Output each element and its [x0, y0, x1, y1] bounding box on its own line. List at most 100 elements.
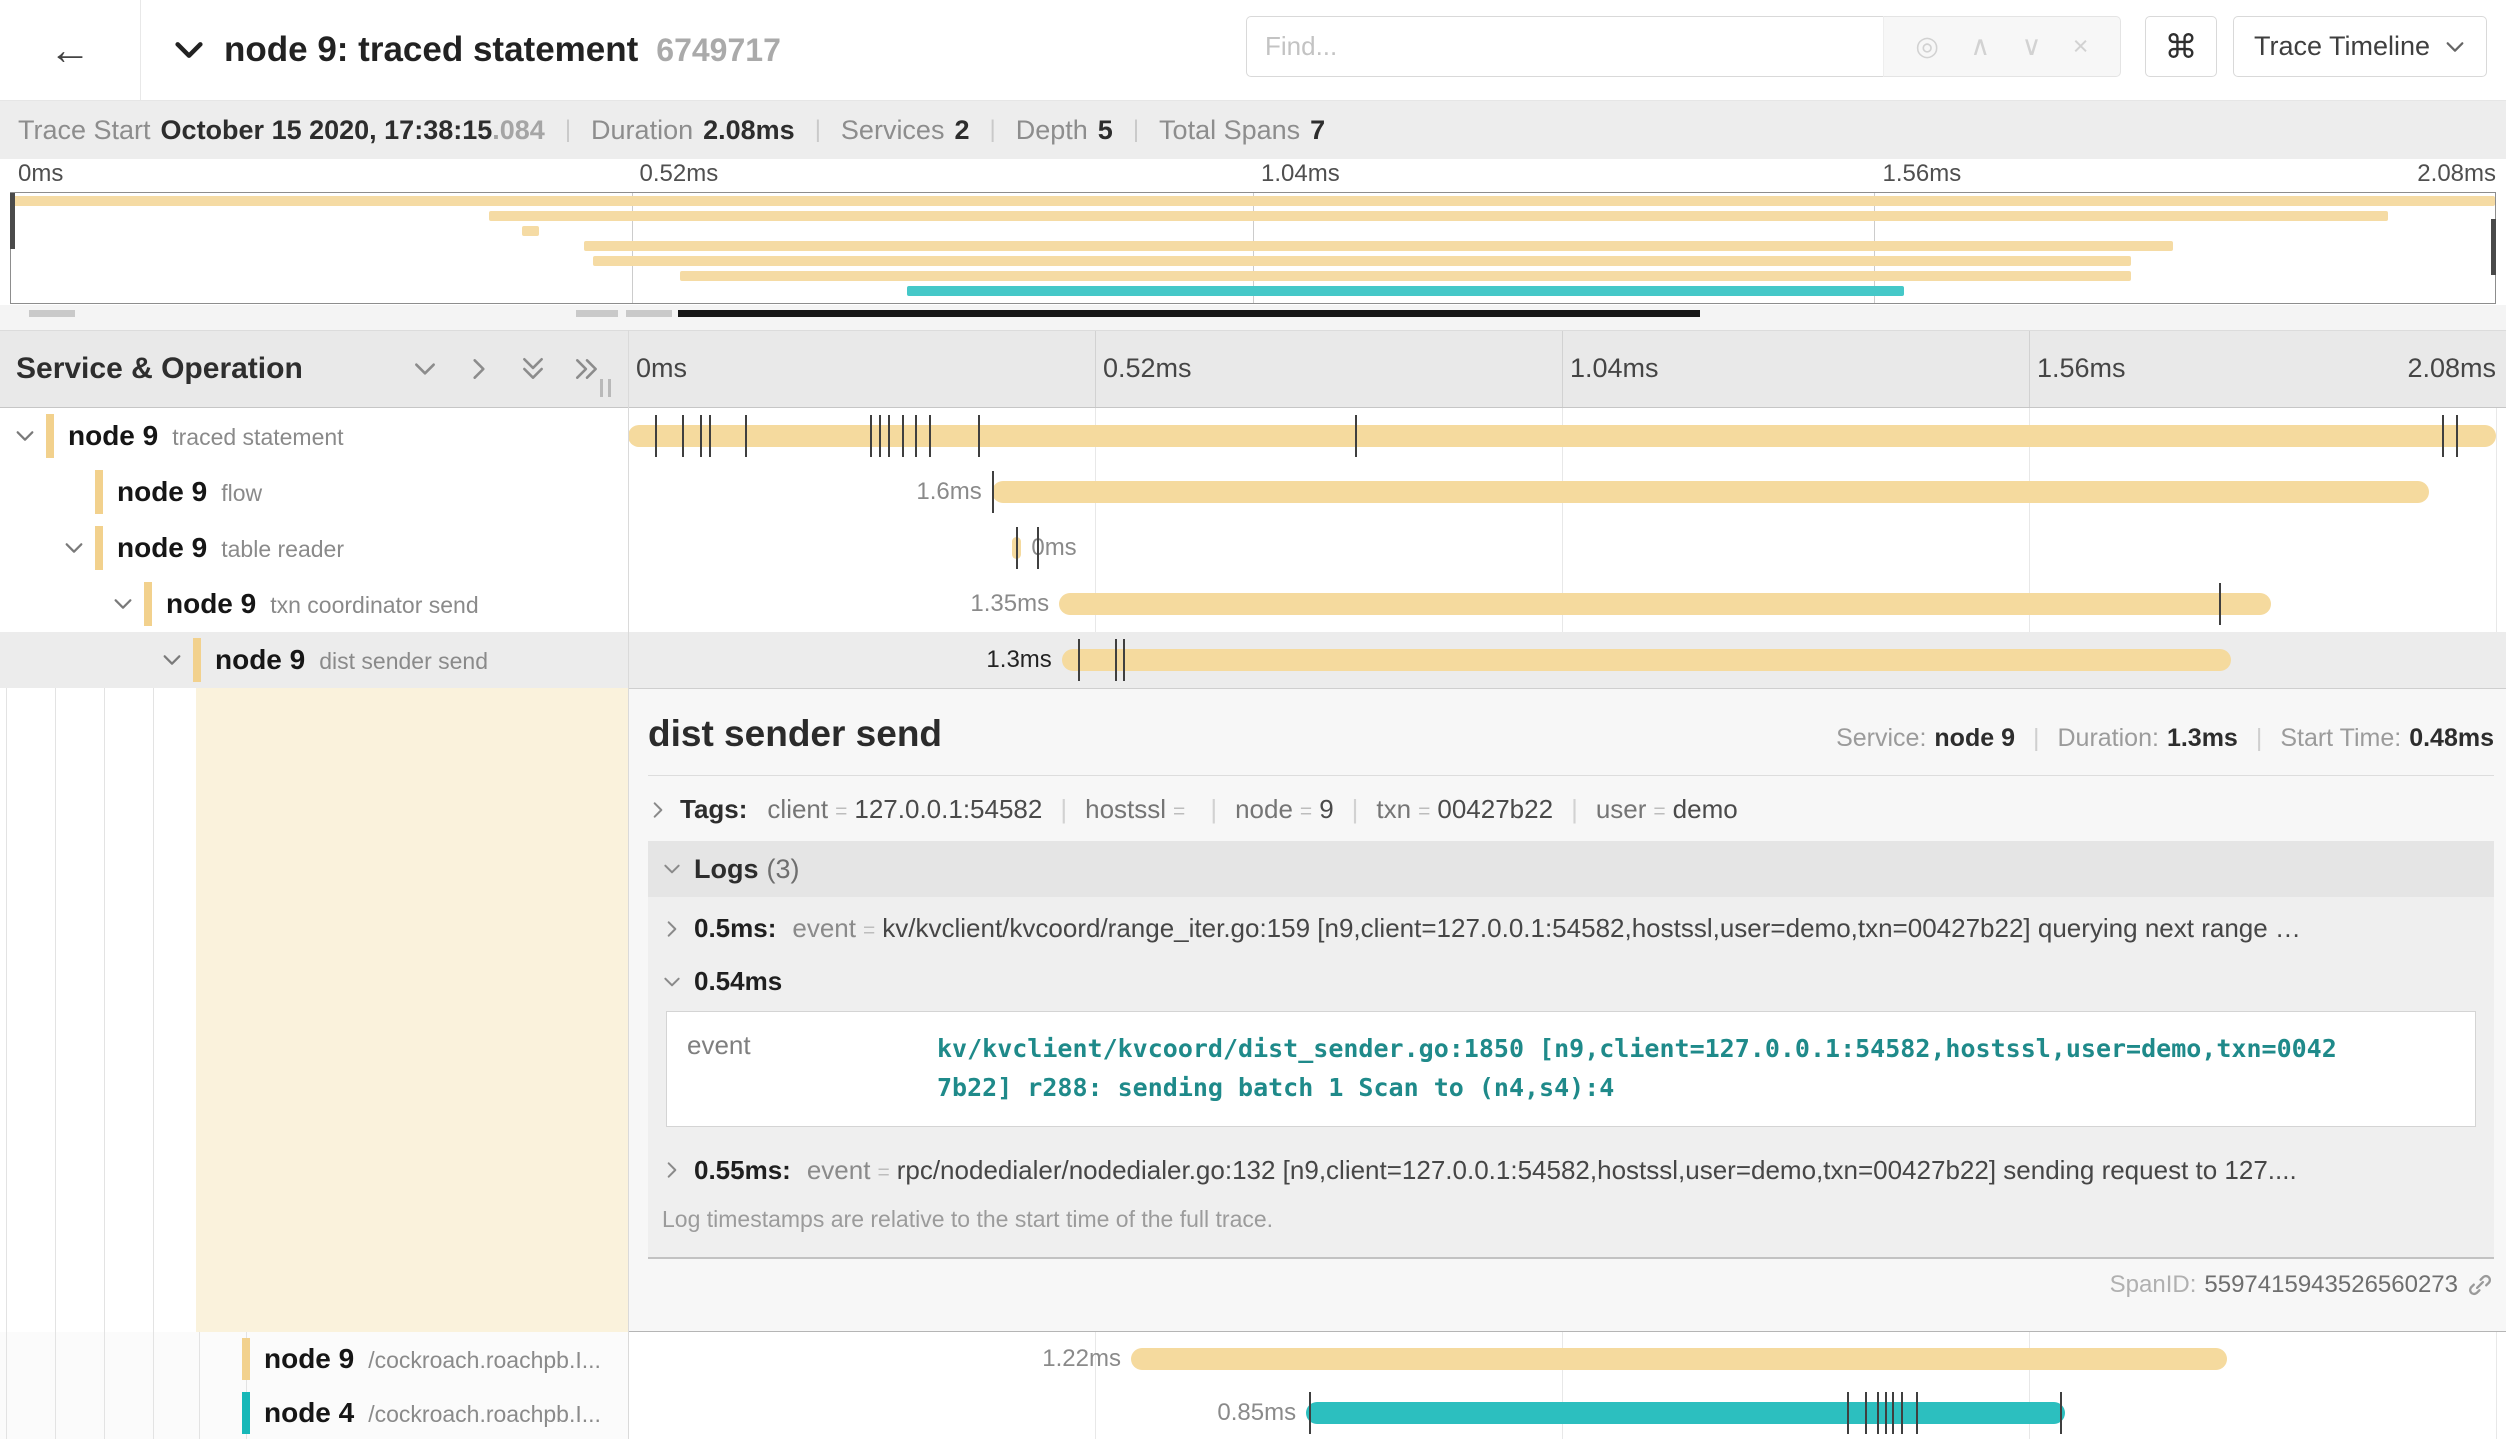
span-row[interactable]: node 9/cockroach.roachpb.I... 1.22ms [0, 1332, 2506, 1386]
log-key-value-table: eventkv/kvclient/kvcoord/dist_sender.go:… [666, 1011, 2476, 1127]
span-row[interactable]: node 9dist sender send1.3ms [0, 632, 2506, 688]
span-timeline-cell[interactable]: 1.6ms [628, 464, 2506, 520]
log-key: event [792, 913, 856, 944]
clear-search-icon[interactable]: × [2073, 31, 2089, 62]
title-area: node 9: traced statement 6749717 [172, 0, 781, 100]
tag-item[interactable]: node=9 [1235, 794, 1334, 825]
scrubber-segment[interactable] [29, 310, 75, 317]
span-expander-icon[interactable] [63, 537, 85, 559]
span-expander-icon[interactable] [112, 593, 134, 615]
span-name: node 9/cockroach.roachpb.I... [264, 1343, 601, 1375]
span-timeline-cell[interactable]: 0.85ms [628, 1386, 2506, 1439]
tag-item[interactable]: hostssl= [1085, 794, 1192, 825]
ruler-tick-label: 2.08ms [2407, 353, 2496, 384]
match-target-icon[interactable]: ◎ [1915, 31, 1939, 62]
minimap-right-scrubber-handle[interactable] [2491, 219, 2496, 275]
summary-value: 7 [1310, 115, 1325, 146]
scrubber-segment[interactable] [626, 310, 672, 317]
span-row[interactable]: node 9txn coordinator send 1.35ms [0, 576, 2506, 632]
span-timeline-cell[interactable]: 1.35ms [628, 576, 2506, 632]
span-bar[interactable] [628, 425, 2496, 447]
log-key: event [807, 1155, 871, 1186]
collapse-trace-icon[interactable] [172, 33, 206, 67]
span-operation: table reader [221, 536, 344, 562]
log-entry[interactable]: 0.55ms:event=rpc/nodedialer/nodedialer.g… [648, 1139, 2494, 1194]
tags-row[interactable]: Tags:client=127.0.0.1:54582|hostssl=|nod… [648, 794, 2494, 825]
log-marker [1885, 1392, 1887, 1434]
trace-timeline-dropdown[interactable]: Trace Timeline [2233, 16, 2487, 77]
summary-value: 2 [954, 115, 969, 146]
span-row[interactable]: node 9 table reader 0ms [0, 520, 2506, 576]
span-name: node 9txn coordinator send [166, 588, 479, 620]
tag-item[interactable]: txn=00427b22 [1376, 794, 1553, 825]
collapse-all-icon[interactable] [520, 356, 546, 382]
logs-title: Logs [694, 854, 759, 885]
span-row[interactable]: node 4/cockroach.roachpb.I...0.85ms [0, 1386, 2506, 1439]
span-row[interactable]: node 9flow1.6ms [0, 464, 2506, 520]
tags-expander-icon[interactable] [648, 800, 668, 820]
span-timeline-cell[interactable]: 0ms [628, 520, 2506, 576]
column-divider [628, 330, 629, 1439]
span-expander-icon[interactable] [161, 649, 183, 671]
log-marker [682, 415, 684, 457]
span-bar[interactable] [1059, 593, 2271, 615]
summary-value-suffix: .084 [492, 115, 545, 146]
separator: | [1210, 794, 1217, 825]
logs-header[interactable]: Logs(3) [648, 841, 2494, 897]
span-timeline-cell[interactable] [628, 408, 2506, 464]
log-collapse-icon[interactable] [662, 972, 682, 992]
span-service: node 9 [215, 644, 305, 675]
span-name-cell[interactable]: node 9dist sender send [0, 632, 628, 688]
find-input[interactable] [1246, 16, 1883, 77]
next-result-icon[interactable]: ∨ [2022, 31, 2042, 62]
back-button[interactable]: ← [0, 0, 141, 100]
tag-item[interactable]: user=demo [1596, 794, 1738, 825]
separator: | [989, 116, 995, 144]
tag-item[interactable]: client=127.0.0.1:54582 [767, 794, 1042, 825]
log-expander-icon[interactable] [662, 1160, 682, 1180]
span-bar[interactable] [1306, 1402, 2065, 1424]
span-row[interactable]: node 9traced statement [0, 408, 2506, 464]
span-bar[interactable] [992, 481, 2429, 503]
minimap-canvas[interactable] [10, 192, 2496, 304]
log-entry-expanded-header[interactable]: 0.54ms [648, 952, 2494, 1005]
span-name-cell[interactable]: node 9flow [0, 464, 628, 520]
minimap-tick-label: 1.04ms [1253, 160, 1340, 188]
log-entry[interactable]: 0.5ms:event=kv/kvclient/kvcoord/range_it… [648, 897, 2494, 952]
span-service: node 9 [117, 532, 207, 563]
scrubber-segment[interactable] [678, 310, 1700, 317]
tag-value: 127.0.0.1:54582 [854, 794, 1042, 824]
collapse-one-icon[interactable] [412, 356, 438, 382]
span-timeline-cell[interactable]: 1.3ms [628, 632, 2506, 688]
link-icon[interactable] [2466, 1271, 2494, 1299]
span-name-cell[interactable]: node 9/cockroach.roachpb.I... [0, 1332, 628, 1386]
span-name-cell[interactable]: node 9 table reader [0, 520, 628, 576]
span-operation: /cockroach.roachpb.I... [368, 1347, 601, 1373]
logs-expander-icon[interactable] [662, 859, 682, 879]
log-marker [902, 415, 904, 457]
log-timestamp: 0.55ms: [694, 1155, 791, 1186]
span-name-cell[interactable]: node 4/cockroach.roachpb.I... [0, 1386, 628, 1439]
span-name-cell[interactable]: node 9txn coordinator send [0, 576, 628, 632]
keyboard-shortcuts-button[interactable]: ⌘ [2145, 16, 2217, 77]
span-expander-icon[interactable] [14, 425, 36, 447]
span-name-cell[interactable]: node 9traced statement [0, 408, 628, 464]
span-bar[interactable] [1062, 649, 2231, 671]
span-color-bar [242, 1392, 250, 1434]
equals-sign: = [1300, 800, 1312, 823]
log-expander-icon[interactable] [662, 919, 682, 939]
minimap-scrubber[interactable] [0, 305, 2506, 330]
span-bar[interactable] [1131, 1348, 2227, 1370]
log-value: rpc/nodedialer/nodedialer.go:132 [n9,cli… [897, 1155, 2484, 1186]
minimap-span-bar [593, 256, 2131, 266]
prev-result-icon[interactable]: ∧ [1970, 31, 1990, 62]
tree-guide-line [55, 688, 56, 1332]
minimap-left-scrubber-handle[interactable] [10, 193, 15, 249]
column-resize-grip[interactable] [600, 379, 611, 397]
scrubber-segment[interactable] [576, 310, 618, 317]
span-timeline-cell[interactable]: 1.22ms [628, 1332, 2506, 1386]
span-color-bar [46, 414, 54, 458]
expand-one-icon[interactable] [466, 356, 492, 382]
log-value: kv/kvclient/kvcoord/range_iter.go:159 [n… [882, 913, 2484, 944]
expand-all-icon[interactable] [574, 356, 600, 382]
